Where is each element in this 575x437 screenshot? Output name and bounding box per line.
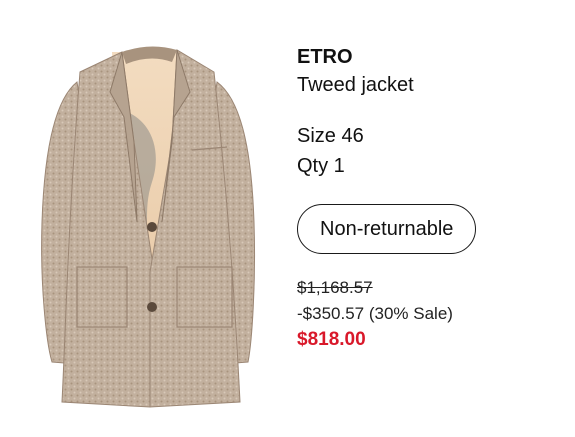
product-details: ETRO Tweed jacket Size 46 Qty 1 Non-retu… [297, 44, 567, 352]
tweed-jacket-image [41, 46, 256, 408]
size-label: Size 46 [297, 125, 364, 147]
quantity-label: Qty 1 [297, 155, 345, 177]
product-image[interactable] [22, 22, 272, 410]
product-name[interactable]: Tweed jacket [297, 72, 567, 98]
brand-name[interactable]: ETRO [297, 44, 567, 70]
discount-amount: -$350.57 (30% Sale) [297, 304, 453, 323]
original-price: $1,168.57 [297, 278, 373, 297]
non-returnable-badge: Non-returnable [297, 204, 477, 254]
final-price: $818.00 [297, 329, 366, 350]
